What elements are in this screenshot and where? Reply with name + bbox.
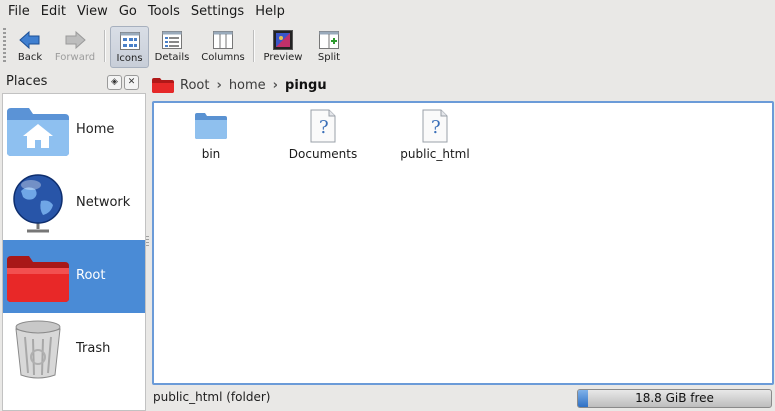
network-globe-icon	[5, 171, 71, 237]
columns-view-button[interactable]: Columns	[200, 26, 246, 66]
split-label: Split	[317, 52, 341, 63]
breadcrumb-separator-icon: ›	[216, 77, 222, 93]
menu-view[interactable]: View	[77, 4, 108, 19]
columns-view-icon	[212, 29, 234, 51]
menubar: File Edit View Go Tools Settings Help	[0, 0, 775, 22]
places-list: Home Network Root Trash	[2, 93, 146, 411]
toolbar-separator	[104, 30, 106, 62]
breadcrumb-home[interactable]: home	[229, 78, 266, 93]
file-item[interactable]: ? public_html	[390, 109, 480, 161]
place-label: Trash	[76, 341, 111, 356]
breadcrumb-current[interactable]: pingu	[285, 78, 327, 93]
preview-button[interactable]: Preview	[262, 26, 304, 66]
svg-text:?: ?	[319, 117, 329, 138]
places-header: Places ◈ ✕	[3, 72, 145, 92]
free-space-bar: 18.8 GiB free	[577, 389, 772, 408]
back-button[interactable]: Back	[12, 26, 48, 66]
split-view-icon	[318, 29, 340, 51]
back-arrow-icon	[19, 29, 41, 51]
file-name: bin	[201, 147, 221, 161]
back-label: Back	[17, 52, 43, 63]
free-space-label: 18.8 GiB free	[635, 391, 714, 405]
place-label: Root	[76, 268, 106, 283]
menu-edit[interactable]: Edit	[41, 4, 66, 19]
place-trash[interactable]: Trash	[3, 313, 145, 386]
toolbar-separator	[253, 30, 255, 62]
details-view-button[interactable]: Details	[153, 26, 191, 66]
file-name: public_html	[400, 147, 470, 161]
icons-label: Icons	[116, 53, 143, 64]
breadcrumb: Root › home › pingu	[152, 73, 772, 97]
forward-arrow-icon	[64, 29, 86, 51]
file-item[interactable]: bin	[166, 109, 256, 161]
preview-icon	[272, 29, 294, 51]
forward-button[interactable]: Forward	[54, 26, 96, 66]
svg-text:?: ?	[431, 117, 441, 138]
file-view[interactable]: bin ? Documents ? public_html	[152, 101, 774, 385]
home-folder-icon	[5, 98, 71, 164]
panel-splitter[interactable]	[146, 236, 149, 246]
icons-view-button[interactable]: Icons	[110, 26, 149, 68]
place-label: Network	[76, 195, 131, 210]
columns-label: Columns	[201, 52, 245, 63]
red-folder-icon	[152, 77, 174, 93]
red-folder-icon	[5, 244, 71, 310]
menu-settings[interactable]: Settings	[191, 4, 244, 19]
trash-bin-icon	[5, 317, 71, 383]
place-label: Home	[76, 122, 115, 137]
file-item[interactable]: ? Documents	[278, 109, 368, 161]
toolbar: Back Forward Icons Details Columns Previ…	[0, 24, 775, 68]
breadcrumb-root[interactable]: Root	[180, 78, 209, 93]
unknown-file-icon: ?	[305, 109, 341, 143]
place-home[interactable]: Home	[3, 94, 145, 167]
menu-tools[interactable]: Tools	[148, 4, 180, 19]
unknown-file-icon: ?	[417, 109, 453, 143]
split-button[interactable]: Split	[312, 26, 346, 66]
icons-view-icon	[119, 30, 141, 52]
toolbar-grip[interactable]	[3, 28, 6, 64]
file-name: Documents	[288, 147, 358, 161]
preview-label: Preview	[263, 52, 303, 63]
place-root[interactable]: Root	[3, 240, 145, 313]
float-panel-button[interactable]: ◈	[107, 75, 122, 90]
menu-help[interactable]: Help	[255, 4, 285, 19]
breadcrumb-separator-icon: ›	[272, 77, 279, 93]
close-panel-button[interactable]: ✕	[124, 75, 139, 90]
details-view-icon	[161, 29, 183, 51]
details-label: Details	[154, 52, 190, 63]
menu-file[interactable]: File	[8, 4, 30, 19]
folder-icon	[193, 109, 229, 143]
places-title: Places	[6, 74, 48, 89]
status-text: public_html (folder)	[153, 390, 271, 404]
forward-label: Forward	[54, 52, 96, 63]
place-network[interactable]: Network	[3, 167, 145, 240]
menu-go[interactable]: Go	[119, 4, 137, 19]
